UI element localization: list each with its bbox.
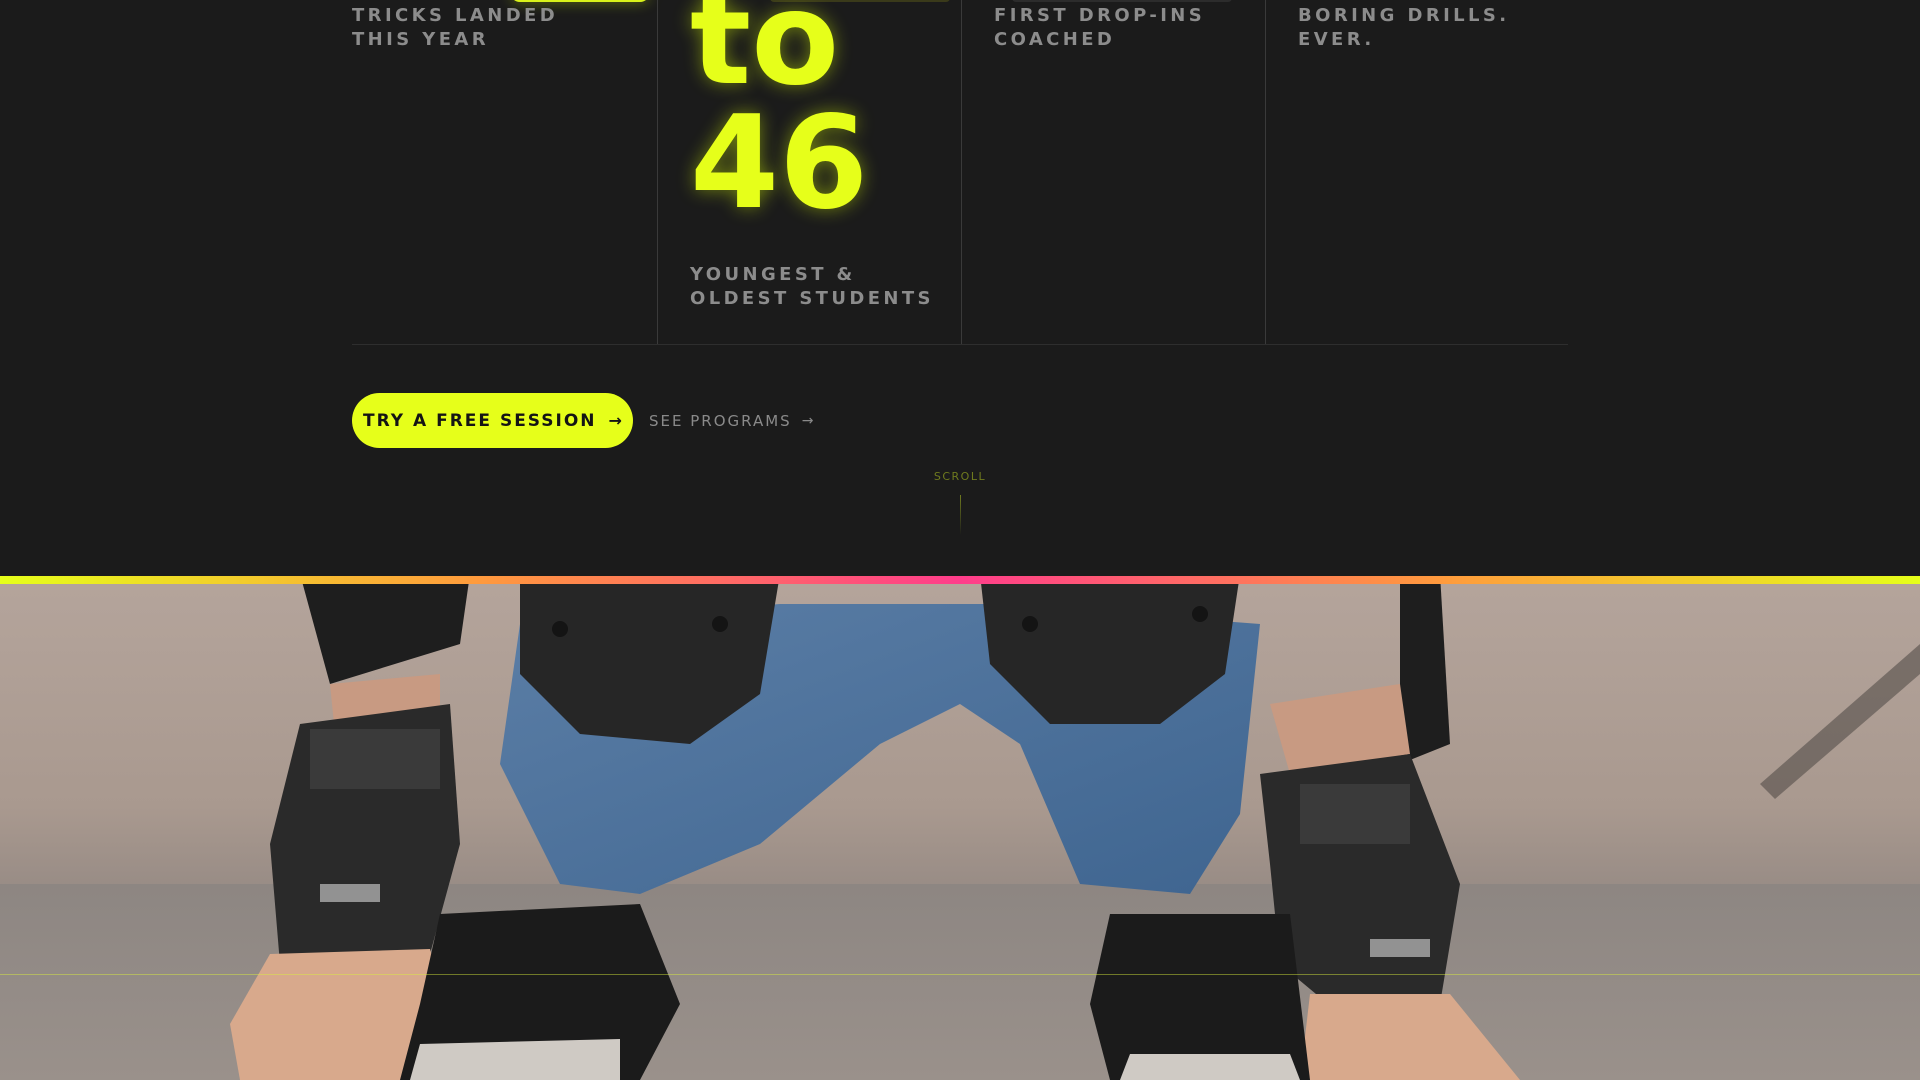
stat-label: First drop-ins coached — [994, 5, 1206, 50]
stat-value: to 46 — [690, 0, 868, 228]
stat-label: Tricks landed this year — [352, 5, 559, 50]
arrow-right-icon: → — [608, 411, 622, 430]
see-programs-label: See programs — [649, 411, 792, 430]
stat-boring-drills: Boring drills. Ever. — [1265, 0, 1568, 344]
landing-page: Tricks landed this year to 46 Youngest & … — [0, 0, 1920, 1080]
stat-student-ages: to 46 Youngest & oldest students — [657, 0, 961, 344]
stats-grid: Tricks landed this year to 46 Youngest & … — [352, 0, 1568, 345]
stat-value-line: 46 — [690, 89, 869, 238]
try-free-session-label: Try a free session — [363, 410, 597, 431]
stat-value-line: to — [690, 0, 840, 114]
stat-label: Youngest & oldest students — [690, 264, 934, 309]
see-programs-link[interactable]: See programs → — [649, 393, 813, 448]
gradient-divider — [0, 576, 1920, 584]
hero-section: Tricks landed this year to 46 Youngest & … — [0, 0, 1920, 576]
try-free-session-button[interactable]: Try a free session → — [352, 393, 633, 448]
child-skater-with-protective-gear-icon — [0, 584, 1920, 1080]
scroll-line — [959, 495, 961, 535]
scroll-label: Scroll — [933, 470, 987, 483]
hero-photo — [0, 584, 1920, 1080]
guide-line — [0, 974, 1920, 975]
scroll-indicator[interactable]: Scroll — [920, 470, 1000, 535]
stat-label: Boring drills. Ever. — [1298, 5, 1510, 50]
stat-tricks-landed: Tricks landed this year — [352, 0, 657, 344]
arrow-right-icon: → — [801, 412, 814, 429]
stat-first-drop-ins: First drop-ins coached — [961, 0, 1265, 344]
